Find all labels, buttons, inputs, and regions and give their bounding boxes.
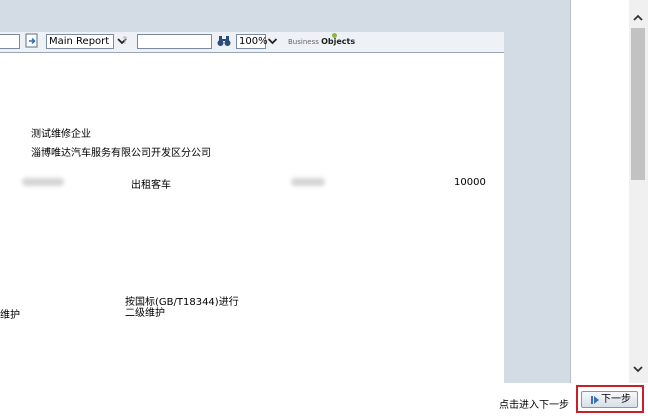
binoculars-icon[interactable] (216, 33, 232, 48)
company-line-2: 淄博唯达汽车服务有限公司开发区分公司 (31, 148, 211, 159)
report-select[interactable]: Main Report (46, 34, 127, 49)
report-viewer-frame: Main Report ↑ 100% Business Objects 测试维修… (0, 0, 571, 383)
company-line-1: 测试维修企业 (31, 129, 91, 140)
business-objects-logo: Business Objects (288, 33, 358, 48)
report-page: 测试维修企业 淄博唯达汽车服务有限公司开发区分公司 出租客车 10000 维护 … (0, 53, 504, 383)
vertical-scrollbar[interactable] (629, 0, 648, 383)
vehicle-type: 出租客车 (131, 180, 171, 191)
zoom-select[interactable]: 100% (236, 34, 278, 49)
report-select-value: Main Report (49, 36, 110, 47)
maintenance-label: 维护 (0, 310, 20, 321)
blurred-field (291, 178, 325, 186)
logo-dot-icon (332, 33, 337, 38)
report-toolbar: Main Report ↑ 100% Business Objects (0, 32, 504, 53)
standard-line-2: 二级维护 (125, 308, 165, 319)
chevron-up-icon[interactable] (632, 12, 644, 24)
amount-value: 10000 (454, 177, 486, 188)
drill-up-icon[interactable]: ↑ (120, 34, 130, 49)
chevron-down-icon[interactable] (632, 363, 644, 375)
next-step-button[interactable]: 下一步 (581, 391, 638, 408)
logo-text-business: Business (288, 38, 319, 46)
goto-page-icon[interactable] (24, 33, 40, 49)
blurred-field (22, 178, 64, 186)
scrollbar-thumb[interactable] (631, 28, 645, 180)
logo-text-objects: Objects (321, 37, 356, 46)
search-input[interactable] (137, 34, 212, 49)
next-step-icon (590, 395, 600, 405)
next-step-hint: 点击进入下一步 (499, 400, 569, 411)
page-number-input[interactable] (0, 34, 20, 49)
chevron-down-icon[interactable] (266, 34, 279, 49)
zoom-select-value: 100% (239, 36, 268, 47)
next-step-button-label: 下一步 (601, 394, 631, 405)
